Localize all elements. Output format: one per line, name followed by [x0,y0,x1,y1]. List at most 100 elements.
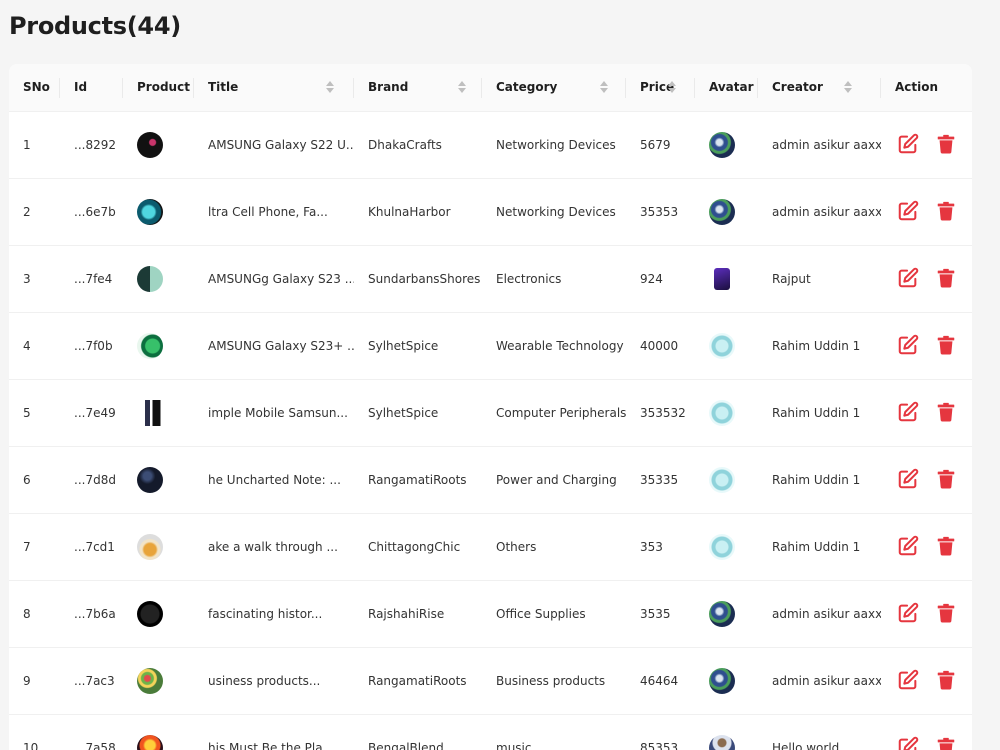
cell-sno: 10 [9,714,60,750]
column-header-brand[interactable]: Brand [354,64,482,112]
trash-icon[interactable] [935,401,959,425]
cell-product [123,111,194,179]
cell-action [881,647,972,715]
cell-action [881,178,972,246]
column-header-label: Creator [772,80,823,95]
column-header-price[interactable]: Price [626,64,695,112]
cell-creator: admin asikur aaxx [758,647,881,715]
cell-price: 353 [626,513,695,581]
sort-icon[interactable] [668,81,676,93]
edit-icon[interactable] [897,133,921,157]
product-thumbnail-icon [137,198,163,225]
cell-sno: 5 [9,379,60,447]
column-header-label: SNo [23,80,50,95]
trash-icon[interactable] [935,468,959,492]
cell-price: 3535 [626,580,695,648]
sort-icon[interactable] [326,81,334,93]
cell-action [881,379,972,447]
trash-icon[interactable] [935,267,959,291]
column-header-label: Product [137,80,190,95]
column-header-category[interactable]: Category [482,64,626,112]
cell-id: ...7e49 [60,379,123,447]
column-header-title[interactable]: Title [194,64,354,112]
edit-icon[interactable] [897,535,921,559]
cell-sno: 4 [9,312,60,380]
creator-avatar-icon [709,466,735,493]
cell-creator: admin asikur aaxx [758,111,881,179]
cell-id: ...6e7b [60,178,123,246]
cell-id: ...8292 [60,111,123,179]
cell-action [881,580,972,648]
cell-sno: 7 [9,513,60,581]
table-row: 8 ...7b6a fascinating histor... RajshahiRis… [9,580,972,648]
edit-icon[interactable] [897,736,921,750]
trash-icon[interactable] [935,200,959,224]
cell-sno: 6 [9,446,60,514]
edit-icon[interactable] [897,267,921,291]
table-row: 5 ...7e49 imple Mobile Samsun... SylhetSpic… [9,379,972,447]
product-thumbnail-icon [137,265,163,292]
column-header-label: Action [895,80,939,95]
edit-icon[interactable] [897,200,921,224]
edit-icon[interactable] [897,334,921,358]
table-row: 3 ...7fe4 AMSUNGg Galaxy S23 ... Sundarbans… [9,245,972,313]
trash-icon[interactable] [935,602,959,626]
cell-product [123,446,194,514]
sort-icon[interactable] [600,81,608,93]
cell-category: Electronics [482,245,626,313]
cell-creator: admin asikur aaxx [758,178,881,246]
table-row: 7 ...7cd1 ake a walk through ... Chittagong… [9,513,972,581]
trash-icon[interactable] [935,669,959,693]
cell-sno: 2 [9,178,60,246]
sort-icon[interactable] [458,81,466,93]
sort-icon[interactable] [844,81,852,93]
edit-icon[interactable] [897,401,921,425]
cell-product [123,580,194,648]
cell-product [123,379,194,447]
column-header-creator[interactable]: Creator [758,64,881,112]
cell-creator: Rahim Uddin 1 [758,513,881,581]
products-table-card: SNo Id Product Title Brand Category Price Avata… [9,64,972,750]
cell-avatar [695,446,758,514]
cell-creator: Hello world [758,714,881,750]
column-header-avatar: Avatar [695,64,758,112]
cell-action [881,513,972,581]
cell-product [123,714,194,750]
trash-icon[interactable] [935,736,959,750]
cell-avatar [695,178,758,246]
cell-price: 35335 [626,446,695,514]
cell-id: ...7fe4 [60,245,123,313]
table-body: 1 ...8292 AMSUNG Galaxy S22 U... DhakaCraft… [9,111,972,750]
cell-brand: ChittagongChic [354,513,482,581]
cell-price: 5679 [626,111,695,179]
edit-icon[interactable] [897,602,921,626]
cell-action [881,312,972,380]
column-header-action: Action [881,64,972,112]
trash-icon[interactable] [935,535,959,559]
edit-icon[interactable] [897,669,921,693]
trash-icon[interactable] [935,133,959,157]
creator-avatar-icon [709,667,735,694]
cell-id: ...7a58 [60,714,123,750]
cell-action [881,111,972,179]
cell-product [123,178,194,246]
cell-brand: RangamatiRoots [354,446,482,514]
products-table: SNo Id Product Title Brand Category Price Avata… [9,64,972,750]
cell-product [123,245,194,313]
cell-brand: DhakaCrafts [354,111,482,179]
creator-avatar-icon [709,131,735,158]
product-thumbnail-icon [137,600,163,627]
cell-title: ltra Cell Phone, Fa... [194,178,354,246]
cell-id: ...7f0b [60,312,123,380]
cell-creator: Rajput [758,245,881,313]
cell-category: Others [482,513,626,581]
cell-brand: RangamatiRoots [354,647,482,715]
column-header-label: Title [208,80,239,95]
column-header-label: Brand [368,80,409,95]
cell-title: AMSUNG Galaxy S23+ ... [194,312,354,380]
cell-brand: SylhetSpice [354,379,482,447]
edit-icon[interactable] [897,468,921,492]
cell-id: ...7cd1 [60,513,123,581]
cell-avatar [695,647,758,715]
trash-icon[interactable] [935,334,959,358]
